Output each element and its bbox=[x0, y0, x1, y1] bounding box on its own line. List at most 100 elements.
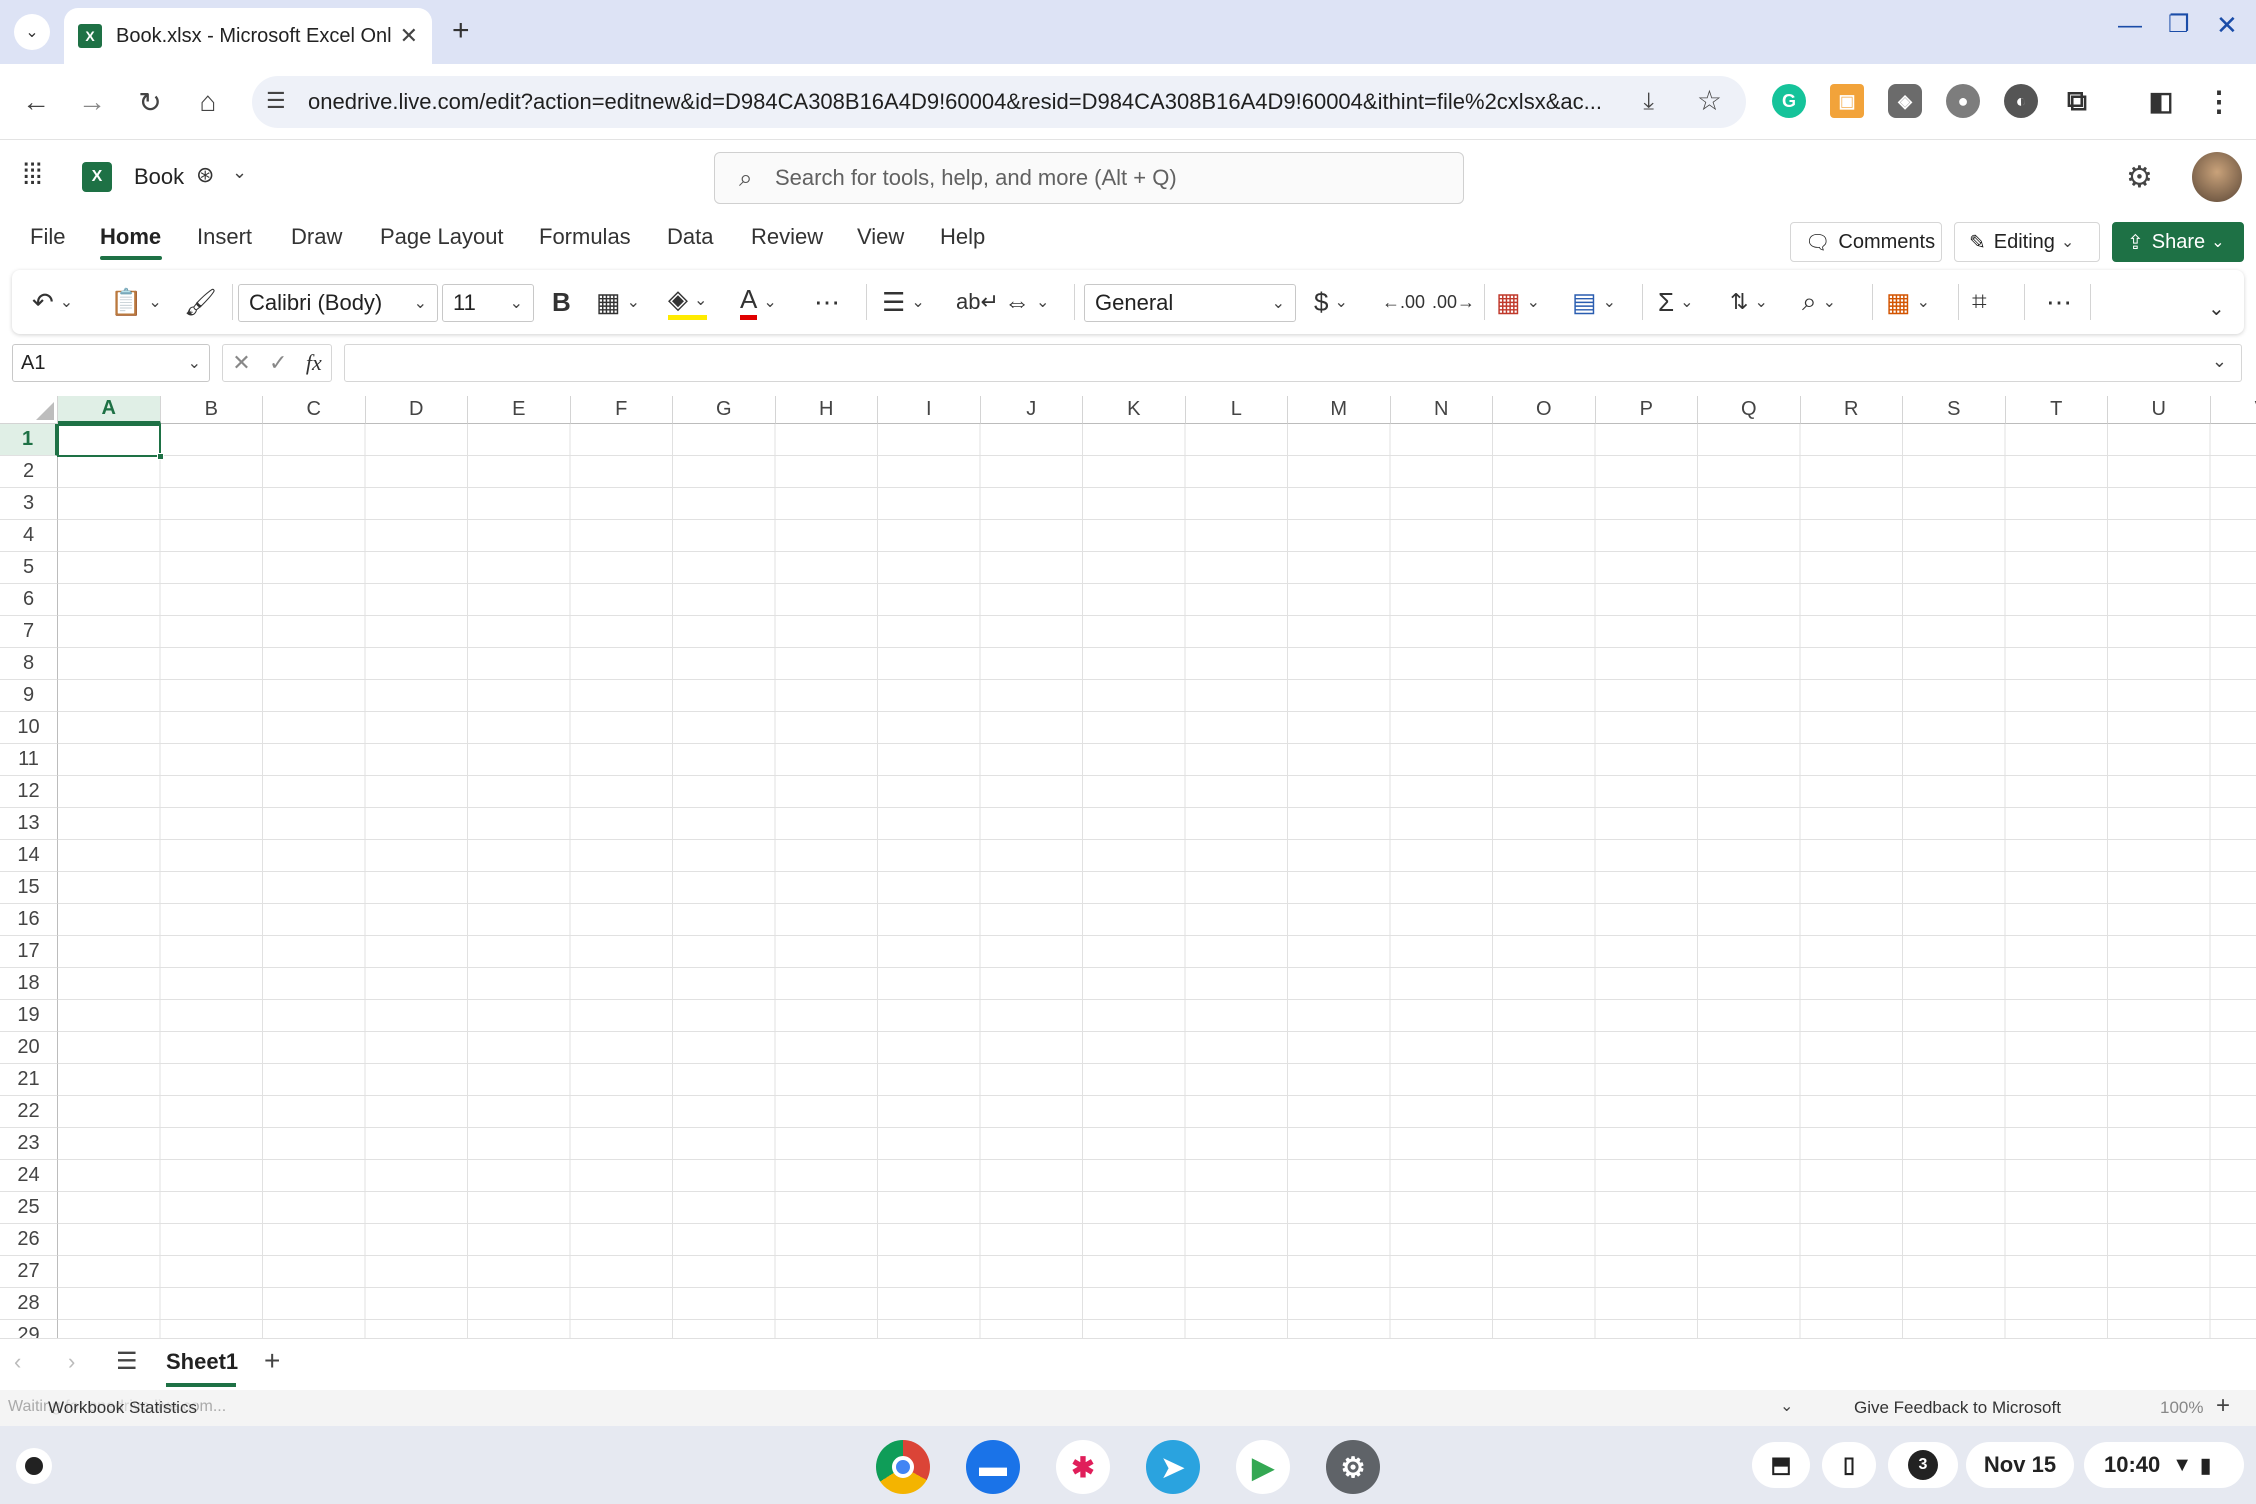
row-header-1[interactable]: 1 bbox=[0, 424, 58, 456]
column-header-m[interactable]: M bbox=[1288, 396, 1391, 424]
select-all-corner[interactable] bbox=[0, 396, 58, 424]
column-header-q[interactable]: Q bbox=[1698, 396, 1801, 424]
ublock-extension-icon[interactable]: ◈ bbox=[1888, 84, 1922, 118]
status-chevron-icon[interactable]: ⌄ bbox=[1780, 1396, 1793, 1416]
cancel-entry-icon[interactable]: ✕ bbox=[232, 350, 250, 376]
workbook-statistics-button[interactable]: Workbook Statistics bbox=[48, 1398, 197, 1418]
decrease-decimal-icon[interactable]: .00→ bbox=[1432, 284, 1475, 320]
name-box[interactable]: A1 ⌄ bbox=[12, 344, 210, 382]
column-header-v[interactable]: V bbox=[2210, 396, 2256, 424]
vpn-extension-icon[interactable]: ◐ bbox=[2004, 84, 2038, 118]
document-name[interactable]: Book bbox=[134, 164, 184, 190]
add-sheet-icon[interactable]: + bbox=[264, 1345, 280, 1377]
tab-draw[interactable]: Draw bbox=[291, 224, 342, 250]
row-header-7[interactable]: 7 bbox=[0, 616, 58, 648]
fill-color-icon[interactable]: ◈ ⌄ bbox=[668, 284, 708, 320]
font-color-icon[interactable]: A ⌄ bbox=[740, 284, 777, 320]
chrome-app-icon[interactable] bbox=[876, 1440, 930, 1494]
currency-format-icon[interactable]: $ ⌄ bbox=[1314, 284, 1348, 320]
search-box[interactable]: ⌕ Search for tools, help, and more (Alt … bbox=[714, 152, 1464, 204]
merge-center-icon[interactable]: ⇔ ⌄ bbox=[1004, 284, 1049, 320]
column-header-e[interactable]: E bbox=[468, 396, 571, 424]
site-info-icon[interactable]: ☰ bbox=[266, 88, 286, 114]
zoom-in-icon[interactable]: + bbox=[2216, 1392, 2230, 1420]
row-header-22[interactable]: 22 bbox=[0, 1096, 58, 1128]
number-format-select[interactable]: General ⌄ bbox=[1084, 284, 1296, 322]
files-app-icon[interactable]: ▬ bbox=[966, 1440, 1020, 1494]
autosum-icon[interactable]: Σ ⌄ bbox=[1658, 284, 1693, 320]
row-header-21[interactable]: 21 bbox=[0, 1064, 58, 1096]
next-sheet-icon[interactable]: › bbox=[68, 1349, 75, 1375]
tab-page-layout[interactable]: Page Layout bbox=[380, 224, 504, 250]
tab-insert[interactable]: Insert bbox=[197, 224, 252, 250]
address-bar[interactable]: ☰ onedrive.live.com/edit?action=editnew&… bbox=[252, 76, 1746, 128]
home-icon[interactable]: ⌂ bbox=[186, 80, 230, 124]
chevron-down-icon[interactable]: ⌄ bbox=[188, 353, 201, 373]
zoom-level[interactable]: 100% bbox=[2160, 1398, 2203, 1418]
user-avatar[interactable] bbox=[2192, 152, 2242, 202]
row-header-3[interactable]: 3 bbox=[0, 488, 58, 520]
cast-extension-icon[interactable]: ▣ bbox=[1830, 84, 1864, 118]
column-header-b[interactable]: B bbox=[160, 396, 263, 424]
tab-review[interactable]: Review bbox=[751, 224, 823, 250]
bookmark-star-icon[interactable]: ☆ bbox=[1697, 84, 1722, 117]
telegram-app-icon[interactable]: ➤ bbox=[1146, 1440, 1200, 1494]
date-pill[interactable]: Nov 15 bbox=[1966, 1442, 2074, 1488]
phone-hub-icon[interactable]: ▯ bbox=[1822, 1442, 1876, 1488]
side-panel-icon[interactable]: ◧ bbox=[2144, 84, 2178, 118]
prev-sheet-icon[interactable]: ‹ bbox=[14, 1349, 21, 1375]
sort-filter-icon[interactable]: ⇅ ⌄ bbox=[1730, 284, 1768, 320]
column-header-u[interactable]: U bbox=[2108, 396, 2211, 424]
expand-formula-chevron-icon[interactable]: ⌄ bbox=[2212, 351, 2227, 372]
active-cell-a1[interactable] bbox=[57, 424, 161, 457]
row-header-2[interactable]: 2 bbox=[0, 456, 58, 488]
column-header-l[interactable]: L bbox=[1185, 396, 1288, 424]
tab-view[interactable]: View bbox=[857, 224, 904, 250]
row-header-15[interactable]: 15 bbox=[0, 872, 58, 904]
column-header-t[interactable]: T bbox=[2005, 396, 2108, 424]
row-header-25[interactable]: 25 bbox=[0, 1192, 58, 1224]
column-header-o[interactable]: O bbox=[1493, 396, 1596, 424]
tab-home[interactable]: Home bbox=[100, 224, 161, 250]
row-header-26[interactable]: 26 bbox=[0, 1224, 58, 1256]
formula-input[interactable]: ⌄ bbox=[344, 344, 2242, 382]
column-header-r[interactable]: R bbox=[1800, 396, 1903, 424]
tote-icon[interactable]: ⬒ bbox=[1752, 1442, 1810, 1488]
browser-menu-icon[interactable]: ⋮ bbox=[2202, 84, 2236, 118]
row-header-8[interactable]: 8 bbox=[0, 648, 58, 680]
align-icon[interactable]: ☰ ⌄ bbox=[882, 284, 925, 320]
back-arrow-icon[interactable]: ← bbox=[14, 80, 58, 124]
expand-ribbon-chevron-icon[interactable]: ⌄ bbox=[2208, 290, 2225, 326]
row-header-27[interactable]: 27 bbox=[0, 1256, 58, 1288]
tab-search-chevron-icon[interactable]: ⌄ bbox=[14, 14, 50, 50]
tab-close-icon[interactable]: ✕ bbox=[400, 23, 418, 49]
row-header-29[interactable]: 29 bbox=[0, 1320, 58, 1338]
reload-icon[interactable]: ↻ bbox=[128, 80, 172, 124]
editing-mode-button[interactable]: ✎ Editing ⌄ bbox=[1954, 222, 2100, 262]
launcher-icon[interactable] bbox=[16, 1448, 52, 1484]
more-font-options-icon[interactable]: ⋯ bbox=[814, 284, 840, 320]
browser-tab-active[interactable]: X Book.xlsx - Microsoft Excel Onl ✕ bbox=[64, 8, 432, 64]
column-header-f[interactable]: F bbox=[570, 396, 673, 424]
column-header-i[interactable]: I bbox=[878, 396, 981, 424]
column-header-a[interactable]: A bbox=[58, 396, 161, 424]
notification-count[interactable]: 3 bbox=[1888, 1442, 1958, 1488]
row-header-16[interactable]: 16 bbox=[0, 904, 58, 936]
row-header-18[interactable]: 18 bbox=[0, 968, 58, 1000]
autosave-status-icon[interactable]: ⊛ bbox=[196, 162, 214, 188]
row-header-9[interactable]: 9 bbox=[0, 680, 58, 712]
window-restore-icon[interactable]: ❐ bbox=[2168, 10, 2190, 39]
row-header-28[interactable]: 28 bbox=[0, 1288, 58, 1320]
settings-gear-icon[interactable]: ⚙ bbox=[2126, 160, 2153, 195]
row-header-4[interactable]: 4 bbox=[0, 520, 58, 552]
analyze-data-icon[interactable]: ⌗ bbox=[1972, 284, 1987, 320]
new-tab-button[interactable]: + bbox=[452, 14, 470, 48]
column-header-s[interactable]: S bbox=[1903, 396, 2006, 424]
tab-data[interactable]: Data bbox=[667, 224, 713, 250]
column-header-n[interactable]: N bbox=[1390, 396, 1493, 424]
undo-icon[interactable]: ↶ ⌄ bbox=[32, 284, 73, 320]
privacy-extension-icon[interactable]: ● bbox=[1946, 84, 1980, 118]
comments-button[interactable]: 🗨 Comments bbox=[1790, 222, 1942, 262]
tab-file[interactable]: File bbox=[30, 224, 65, 250]
fill-handle[interactable] bbox=[157, 453, 164, 460]
